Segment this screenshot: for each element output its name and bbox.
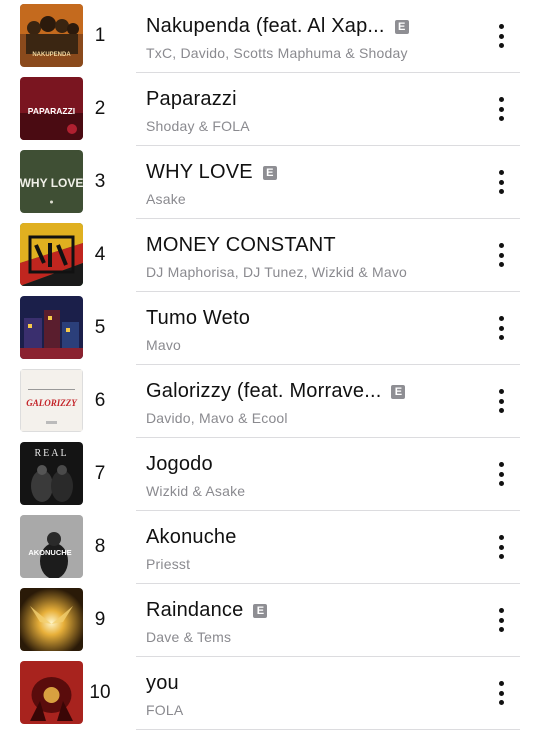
track-title: Galorizzy (feat. Morrave... [146,380,382,402]
track-rank: 8 [94,536,106,557]
track-title: MONEY CONSTANT [146,234,336,256]
track-row[interactable]: WHY LOVE 3 WHY LOVE E Asake [0,146,552,219]
explicit-badge: E [262,165,277,180]
album-art: WHY LOVE [20,150,83,213]
track-rank: 5 [94,317,106,338]
track-rank: 6 [94,390,106,411]
track-row[interactable]: REAL 7 Jogodo Wizkid & Asake [0,438,552,511]
track-rank: 2 [94,98,106,119]
album-art: PAPARAZZI [20,77,83,140]
album-art [20,223,83,286]
track-rank: 3 [94,171,106,192]
album-art: REAL [20,442,83,505]
track-rank: 1 [94,25,106,46]
track-rank: 10 [89,682,111,703]
album-art: NAKUPENDA [20,4,83,67]
track-row[interactable]: NAKUPENDA 1 Nakupenda (feat. Al Xap... E… [0,0,552,73]
album-art [20,588,83,651]
track-artist: Mavo [146,337,182,353]
more-options-icon[interactable] [491,460,511,488]
track-title: Raindance [146,599,244,621]
track-row[interactable]: 4 MONEY CONSTANT DJ Maphorisa, DJ Tunez,… [0,219,552,292]
track-row[interactable]: 9 Raindance E Dave & Tems [0,584,552,657]
album-art-text: AKONUCHE [28,548,71,557]
track-title: Paparazzi [146,88,237,110]
track-rank: 7 [94,463,106,484]
track-row[interactable]: AKONUCHE 8 Akonuche Priesst [0,511,552,584]
album-art-text: WHY LOVE [20,176,83,190]
more-options-icon[interactable] [491,314,511,342]
track-artist: DJ Maphorisa, DJ Tunez, Wizkid & Mavo [146,264,408,280]
more-options-icon[interactable] [491,241,511,269]
track-artist: Davido, Mavo & Ecool [146,410,288,426]
album-art-text: NAKUPENDA [32,52,71,58]
track-rank: 4 [94,244,106,265]
track-list: NAKUPENDA 1 Nakupenda (feat. Al Xap... E… [0,0,552,730]
album-art-text: REAL [34,448,68,459]
album-art-text: GALORIZZY [26,398,78,408]
track-title: WHY LOVE [146,161,253,183]
more-options-icon[interactable] [491,168,511,196]
more-options-icon[interactable] [491,606,511,634]
track-title: Tumo Weto [146,307,251,329]
more-options-icon[interactable] [491,95,511,123]
track-title: Akonuche [146,526,237,548]
album-art [20,661,83,724]
row-divider [136,729,520,730]
track-row[interactable]: 5 Tumo Weto Mavo [0,292,552,365]
album-art: AKONUCHE [20,515,83,578]
more-options-icon[interactable] [491,22,511,50]
track-artist: Dave & Tems [146,629,232,645]
track-artist: Shoday & FOLA [146,118,250,134]
track-artist: Asake [146,191,186,207]
more-options-icon[interactable] [491,679,511,707]
explicit-badge: E [253,603,268,618]
track-artist: Priesst [146,556,191,572]
track-row[interactable]: 10 you FOLA [0,657,552,730]
album-art-text: PAPARAZZI [28,106,75,116]
track-artist: Wizkid & Asake [146,483,246,499]
album-art [20,296,83,359]
track-row[interactable]: GALORIZZY 6 Galorizzy (feat. Morrave... … [0,365,552,438]
more-options-icon[interactable] [491,387,511,415]
track-title: you [146,672,179,694]
more-options-icon[interactable] [491,533,511,561]
track-artist: FOLA [146,702,184,718]
explicit-badge: E [391,384,406,399]
track-title: Jogodo [146,453,213,475]
track-row[interactable]: PAPARAZZI 2 Paparazzi Shoday & FOLA [0,73,552,146]
track-title: Nakupenda (feat. Al Xap... [146,15,385,37]
track-rank: 9 [94,609,106,630]
album-art: GALORIZZY [20,369,83,432]
track-artist: TxC, Davido, Scotts Maphuma & Shoday [146,45,408,61]
explicit-badge: E [394,19,409,34]
